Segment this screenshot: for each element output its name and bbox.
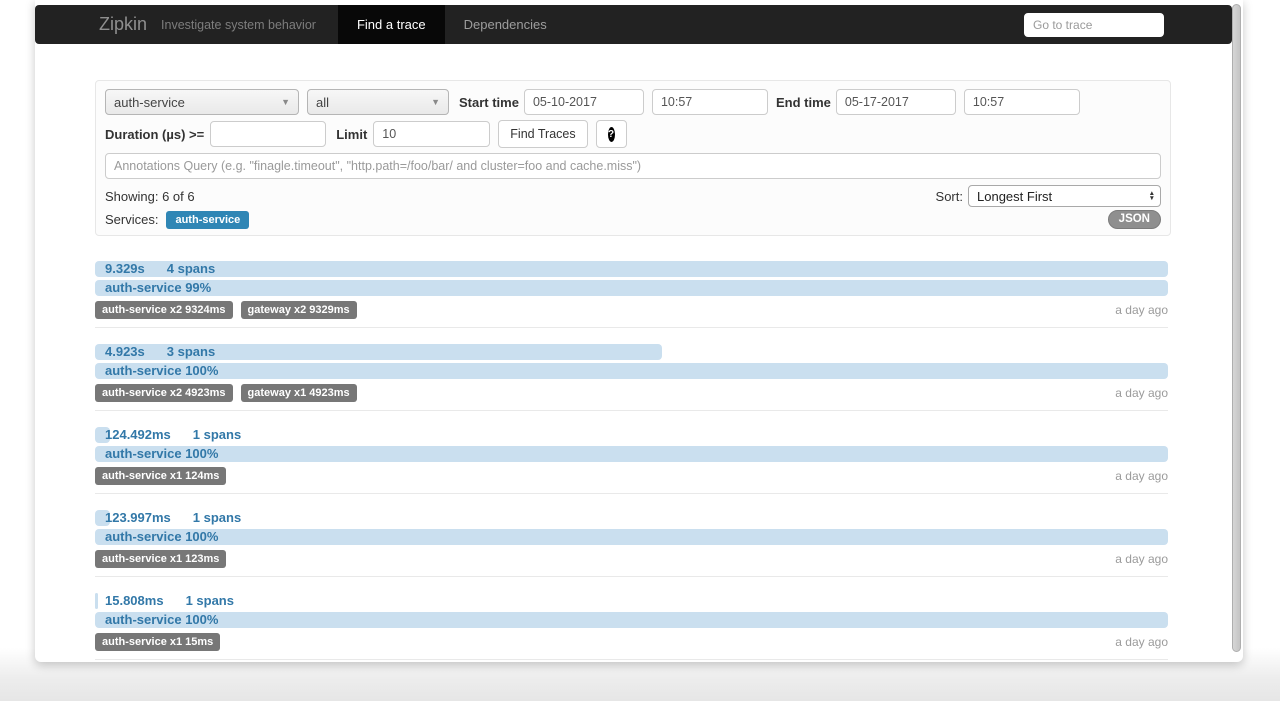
trace-separator	[95, 576, 1168, 577]
trace-service-line: auth-service 99%	[95, 280, 1168, 296]
limit-label: Limit	[336, 126, 368, 142]
sort-arrows-icon: ▲ ▼	[1148, 190, 1155, 202]
trace-row[interactable]: 15.808ms 1 spans auth-service 100% auth-ser…	[95, 593, 1168, 651]
trace-duration-value: 15.808ms	[105, 593, 164, 608]
trace-duration-value: 124.492ms	[105, 427, 171, 442]
top-navbar: Zipkin Investigate system behavior Find …	[35, 5, 1232, 44]
span-select[interactable]: all ▼	[307, 89, 449, 115]
caret-down-icon: ▼	[281, 97, 290, 107]
end-date-input[interactable]	[835, 89, 956, 115]
trace-duration-line: 9.329s 4 spans	[95, 261, 1168, 277]
trace-age: a day ago	[1115, 386, 1168, 400]
trace-span-badge: auth-service x2 4923ms	[95, 384, 233, 402]
annotations-query-input[interactable]	[105, 153, 1161, 179]
trace-duration-value: 123.997ms	[105, 510, 171, 525]
end-time-input[interactable]	[963, 89, 1080, 115]
trace-service-line: auth-service 100%	[95, 612, 1168, 628]
trace-age: a day ago	[1115, 303, 1168, 317]
trace-age: a day ago	[1115, 552, 1168, 566]
search-panel: auth-service ▼ all ▼ Start time End time…	[95, 80, 1171, 236]
trace-span-badge: auth-service x1 124ms	[95, 467, 227, 485]
trace-service-percent: auth-service 100%	[105, 612, 219, 627]
trace-age: a day ago	[1115, 469, 1168, 483]
trace-row[interactable]: 123.997ms 1 spans auth-service 100% auth-se…	[95, 510, 1168, 568]
trace-service-line: auth-service 100%	[95, 529, 1168, 545]
trace-duration-line: 15.808ms 1 spans	[95, 593, 1168, 609]
tab-dependencies[interactable]: Dependencies	[445, 5, 566, 44]
sort-label: Sort:	[935, 188, 963, 204]
question-icon: ?	[607, 126, 615, 142]
trace-row[interactable]: 9.329s 4 spans auth-service 99% auth-servic…	[95, 261, 1168, 319]
trace-row[interactable]: 4.923s 3 spans auth-service 100% auth-servi…	[95, 344, 1168, 402]
navbar-tagline: Investigate system behavior	[161, 17, 316, 32]
scrollbar-thumb[interactable]	[1232, 4, 1241, 652]
start-date-input[interactable]	[523, 89, 644, 115]
trace-span-count: 4 spans	[166, 261, 216, 276]
service-select-value: auth-service	[114, 94, 185, 110]
trace-span-badge: auth-service x1 15ms	[95, 633, 221, 651]
trace-span-badge: auth-service x1 123ms	[95, 550, 227, 568]
trace-service-percent: auth-service 99%	[105, 280, 212, 295]
trace-span-badge: auth-service x2 9324ms	[95, 301, 233, 319]
trace-span-count: 1 spans	[192, 510, 242, 525]
end-time-label: End time	[775, 94, 831, 110]
browser-page: Zipkin Investigate system behavior Find …	[35, 0, 1243, 662]
service-select[interactable]: auth-service ▼	[105, 89, 299, 115]
trace-service-line: auth-service 100%	[95, 363, 1168, 379]
trace-duration-text: 4.923s 3 spans	[95, 344, 1168, 360]
sort-select-value: Longest First	[977, 188, 1053, 204]
start-time-label: Start time	[459, 94, 519, 110]
trace-separator	[95, 327, 1168, 328]
caret-down-icon: ▼	[431, 97, 440, 107]
trace-duration-line: 4.923s 3 spans	[95, 344, 1168, 360]
trace-duration-text: 123.997ms 1 spans	[95, 510, 1168, 526]
trace-service-percent: auth-service 100%	[105, 529, 219, 544]
trace-separator	[95, 659, 1168, 660]
sort-select[interactable]: Longest First ▲ ▼	[968, 185, 1161, 207]
trace-span-badge: gateway x1 4923ms	[240, 384, 357, 402]
duration-input[interactable]	[210, 121, 327, 147]
service-badge-list: auth-service	[166, 210, 250, 229]
trace-duration-text: 9.329s 4 spans	[95, 261, 1168, 277]
json-button[interactable]: JSON	[1107, 210, 1161, 229]
zipkin-brand[interactable]: Zipkin	[99, 14, 147, 35]
service-badge[interactable]: auth-service	[166, 211, 250, 229]
trace-age: a day ago	[1115, 635, 1168, 649]
limit-input[interactable]	[373, 121, 491, 147]
find-traces-button[interactable]: Find Traces	[498, 120, 588, 148]
trace-badge-line: auth-service x1 123ms a day ago	[95, 550, 1168, 568]
duration-label: Duration (µs) >=	[105, 126, 205, 142]
trace-span-count: 3 spans	[166, 344, 216, 359]
trace-duration-value: 4.923s	[105, 344, 145, 359]
help-button[interactable]: ?	[595, 120, 627, 148]
services-label: Services:	[105, 211, 159, 227]
go-to-trace-input[interactable]	[1024, 12, 1164, 37]
trace-duration-line: 124.492ms 1 spans	[95, 427, 1168, 443]
trace-service-percent: auth-service 100%	[105, 446, 219, 461]
trace-badge-line: auth-service x1 124ms a day ago	[95, 467, 1168, 485]
trace-service-line: auth-service 100%	[95, 446, 1168, 462]
showing-count: Showing: 6 of 6	[105, 188, 195, 204]
trace-badge-line: auth-service x2 9324ms gateway x2 9329ms a…	[95, 301, 1168, 319]
trace-duration-text: 124.492ms 1 spans	[95, 427, 1168, 443]
tab-find-a-trace[interactable]: Find a trace	[337, 5, 445, 44]
trace-row[interactable]: 124.492ms 1 spans auth-service 100% auth-se…	[95, 427, 1168, 485]
trace-service-percent: auth-service 100%	[105, 363, 219, 378]
start-time-input[interactable]	[651, 89, 768, 115]
trace-span-badge: gateway x2 9329ms	[240, 301, 357, 319]
nav-tabs: Find a trace Dependencies	[337, 5, 566, 44]
scrollbar-track[interactable]	[1231, 2, 1243, 658]
trace-duration-value: 9.329s	[105, 261, 145, 276]
trace-badge-line: auth-service x2 4923ms gateway x1 4923ms a…	[95, 384, 1168, 402]
trace-span-count: 1 spans	[192, 427, 242, 442]
trace-duration-text: 15.808ms 1 spans	[95, 593, 1168, 609]
trace-separator	[95, 410, 1168, 411]
trace-duration-line: 123.997ms 1 spans	[95, 510, 1168, 526]
trace-span-count: 1 spans	[185, 593, 234, 608]
trace-badge-line: auth-service x1 15ms a day ago	[95, 633, 1168, 651]
trace-list: 9.329s 4 spans auth-service 99% auth-servic…	[95, 261, 1168, 676]
trace-separator	[95, 493, 1168, 494]
span-select-value: all	[316, 94, 330, 110]
